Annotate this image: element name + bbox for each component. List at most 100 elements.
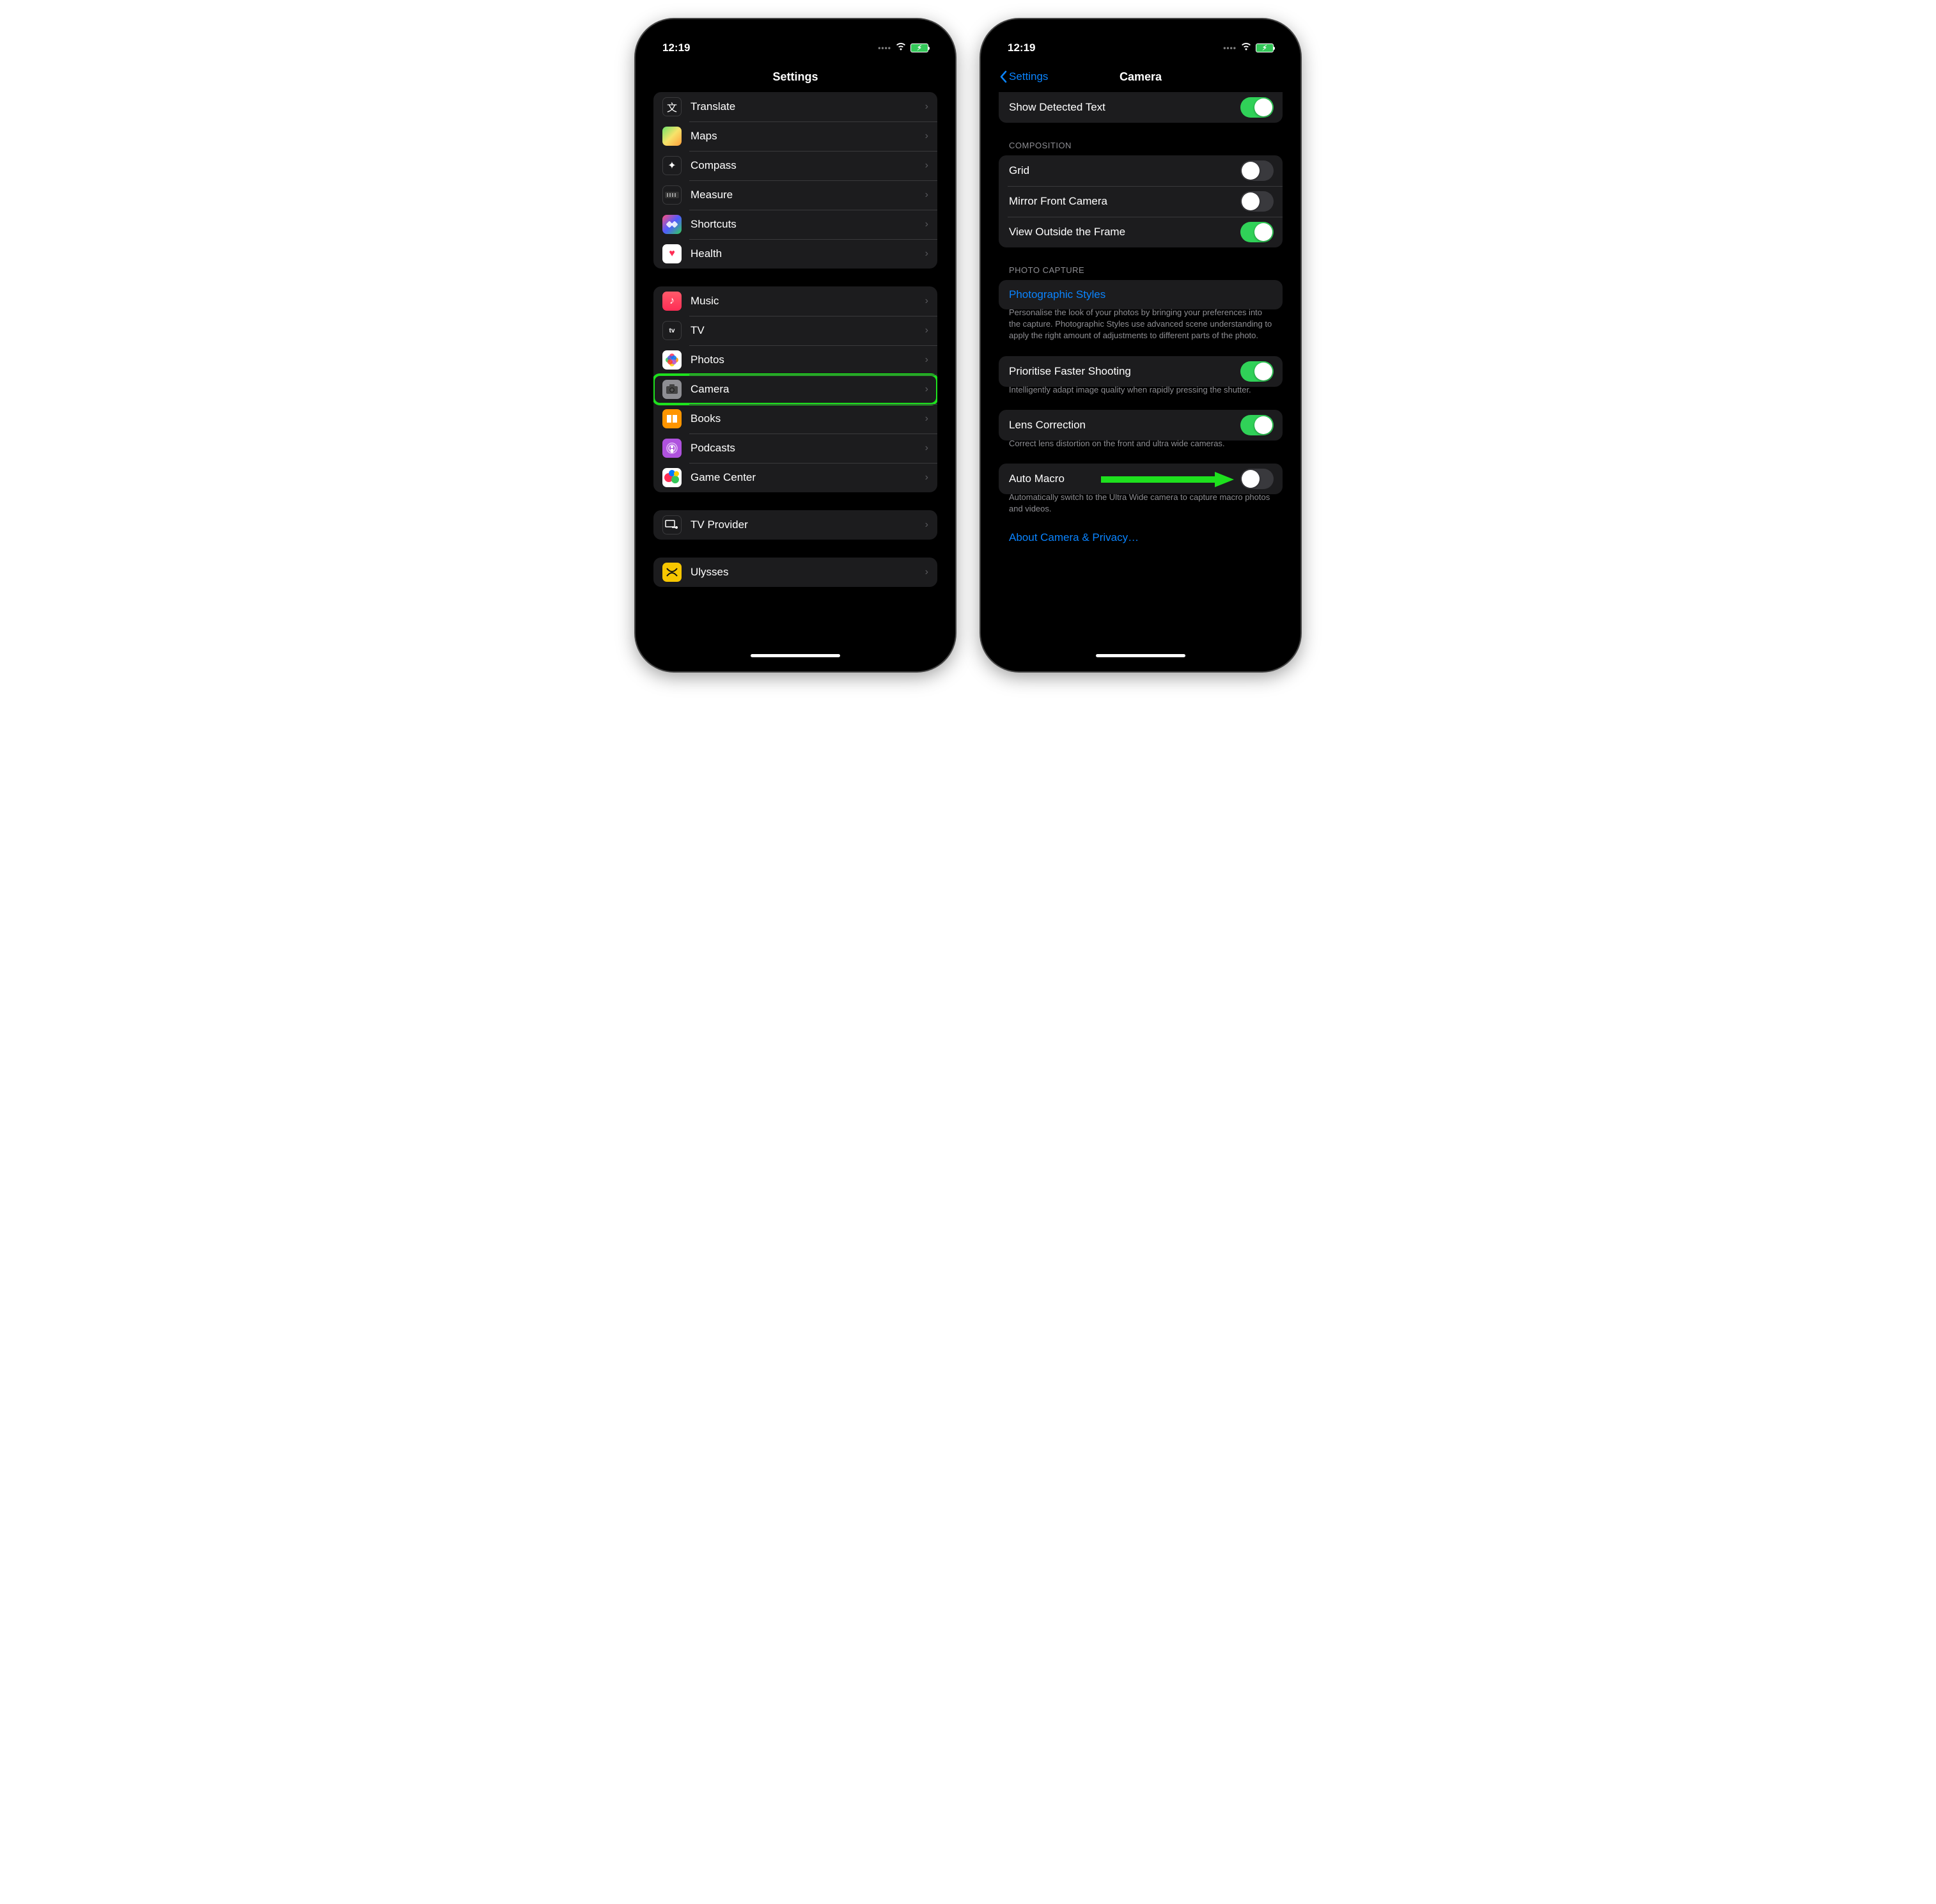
chevron-icon: › <box>925 442 928 454</box>
settings-list[interactable]: 文 Translate › Maps › ✦ Compass › <box>644 92 946 662</box>
camera-icon <box>662 380 682 399</box>
toggle-grid[interactable] <box>1240 160 1274 181</box>
page-title: Settings <box>772 70 818 84</box>
row-label: Lens Correction <box>1009 419 1240 432</box>
row-prioritise-faster-shooting[interactable]: Prioritise Faster Shooting <box>999 356 1283 387</box>
measure-icon <box>662 185 682 205</box>
row-game-center[interactable]: Game Center › <box>653 463 937 492</box>
row-label: Photos <box>691 354 925 366</box>
row-grid[interactable]: Grid <box>999 155 1283 186</box>
row-maps[interactable]: Maps › <box>653 121 937 151</box>
shortcuts-icon <box>662 215 682 234</box>
toggle-view-outside-frame[interactable] <box>1240 222 1274 242</box>
notch <box>735 28 856 47</box>
row-tv-provider[interactable]: TV Provider › <box>653 510 937 540</box>
cell-dots-icon: •••• <box>878 43 891 52</box>
chevron-icon: › <box>925 413 928 425</box>
row-show-detected-text[interactable]: Show Detected Text <box>999 92 1283 123</box>
screen-right: 12:19 •••• ⚡︎ Settings Camera Show Detec… <box>990 28 1292 662</box>
row-label: Camera <box>691 383 925 396</box>
tv-provider-icon <box>662 515 682 535</box>
group-composition: Grid Mirror Front Camera View Outside th… <box>999 155 1283 247</box>
toggle-auto-macro[interactable] <box>1240 469 1274 489</box>
chevron-icon: › <box>925 101 928 113</box>
home-indicator[interactable] <box>1096 654 1185 657</box>
maps-icon <box>662 127 682 146</box>
about-camera-privacy-link[interactable]: About Camera & Privacy… <box>999 529 1283 544</box>
row-label: Prioritise Faster Shooting <box>1009 365 1240 378</box>
row-camera[interactable]: Camera › <box>653 375 937 404</box>
phone-right: 12:19 •••• ⚡︎ Settings Camera Show Detec… <box>981 19 1300 671</box>
row-label: Translate <box>691 100 925 113</box>
row-translate[interactable]: 文 Translate › <box>653 92 937 121</box>
screen-left: 12:19 •••• ⚡︎ Settings 文 Translate › <box>644 28 946 662</box>
chevron-icon: › <box>925 160 928 171</box>
row-label: Compass <box>691 159 925 172</box>
row-label: Show Detected Text <box>1009 101 1240 114</box>
row-books[interactable]: Books › <box>653 404 937 433</box>
settings-group-thirdparty: Ulysses › <box>653 558 937 587</box>
row-auto-macro[interactable]: Auto Macro <box>999 464 1283 494</box>
row-shortcuts[interactable]: Shortcuts › <box>653 210 937 239</box>
chevron-icon: › <box>925 566 928 578</box>
row-tv[interactable]: tv TV › <box>653 316 937 345</box>
settings-group-tvprovider: TV Provider › <box>653 510 937 540</box>
row-label: TV Provider <box>691 519 925 531</box>
row-label: View Outside the Frame <box>1009 226 1240 238</box>
row-label: TV <box>691 324 925 337</box>
row-measure[interactable]: Measure › <box>653 180 937 210</box>
ulysses-icon <box>662 563 682 582</box>
chevron-icon: › <box>925 219 928 230</box>
row-lens-correction[interactable]: Lens Correction <box>999 410 1283 441</box>
row-label: Measure <box>691 189 925 201</box>
chevron-icon: › <box>925 295 928 307</box>
status-time: 12:19 <box>1008 42 1035 54</box>
chevron-icon: › <box>925 519 928 531</box>
row-podcasts[interactable]: Podcasts › <box>653 433 937 463</box>
books-icon <box>662 409 682 428</box>
phone-left: 12:19 •••• ⚡︎ Settings 文 Translate › <box>636 19 955 671</box>
game-center-icon <box>662 468 682 487</box>
chevron-icon: › <box>925 130 928 142</box>
row-photographic-styles[interactable]: Photographic Styles <box>999 280 1283 309</box>
settings-group-system: 文 Translate › Maps › ✦ Compass › <box>653 92 937 269</box>
health-icon: ♥ <box>662 244 682 263</box>
page-title: Camera <box>1120 70 1162 84</box>
row-photos[interactable]: Photos › <box>653 345 937 375</box>
row-health[interactable]: ♥ Health › <box>653 239 937 269</box>
notch <box>1080 28 1201 47</box>
row-label: Auto Macro <box>1009 472 1240 485</box>
chevron-icon: › <box>925 354 928 366</box>
row-compass[interactable]: ✦ Compass › <box>653 151 937 180</box>
toggle-mirror-front-camera[interactable] <box>1240 191 1274 212</box>
home-indicator[interactable] <box>751 654 840 657</box>
row-label: Shortcuts <box>691 218 925 231</box>
back-button[interactable]: Settings <box>999 70 1048 83</box>
podcasts-icon <box>662 439 682 458</box>
cell-dots-icon: •••• <box>1223 43 1237 52</box>
battery-icon: ⚡︎ <box>910 43 928 52</box>
row-label: Music <box>691 295 925 308</box>
chevron-icon: › <box>925 189 928 201</box>
row-label: Health <box>691 247 925 260</box>
group-prioritise: Prioritise Faster Shooting <box>999 356 1283 387</box>
camera-settings-list[interactable]: Show Detected Text COMPOSITION Grid Mirr… <box>990 92 1292 662</box>
link-label: Photographic Styles <box>1009 288 1274 301</box>
back-label: Settings <box>1009 70 1048 83</box>
photos-icon <box>662 350 682 370</box>
group-auto-macro: Auto Macro <box>999 464 1283 494</box>
nav-bar: Settings <box>644 61 946 92</box>
row-view-outside-frame[interactable]: View Outside the Frame <box>999 217 1283 247</box>
row-mirror-front-camera[interactable]: Mirror Front Camera <box>999 186 1283 217</box>
group-show-detected: Show Detected Text <box>999 92 1283 123</box>
toggle-lens-correction[interactable] <box>1240 415 1274 435</box>
group-photographic-styles: Photographic Styles <box>999 280 1283 309</box>
row-ulysses[interactable]: Ulysses › <box>653 558 937 587</box>
status-time: 12:19 <box>662 42 690 54</box>
toggle-prioritise[interactable] <box>1240 361 1274 382</box>
row-label: Grid <box>1009 164 1240 177</box>
chevron-icon: › <box>925 248 928 260</box>
toggle-show-detected-text[interactable] <box>1240 97 1274 118</box>
section-header-composition: COMPOSITION <box>999 141 1283 155</box>
row-music[interactable]: ♪ Music › <box>653 286 937 316</box>
